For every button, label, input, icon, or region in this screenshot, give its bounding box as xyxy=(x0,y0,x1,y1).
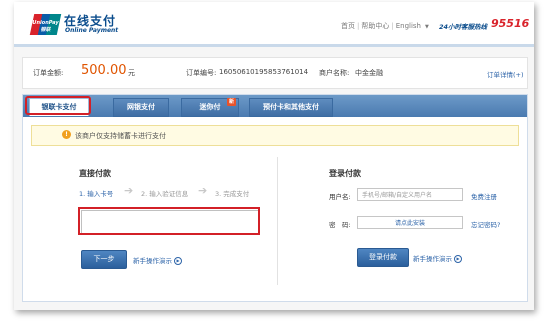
chevron-down-icon[interactable]: ▼ xyxy=(425,24,429,30)
password-label: 密 码: xyxy=(329,221,351,229)
password-install-field[interactable]: 请点此安装 xyxy=(357,216,463,229)
step-1: 1. 输入卡号 xyxy=(79,190,114,198)
username-input[interactable]: 手机号/邮箱/自定义用户名 xyxy=(357,188,463,201)
play-icon: ▶ xyxy=(174,257,182,265)
next-step-button[interactable]: 下一步 xyxy=(81,250,127,269)
column-divider xyxy=(277,157,278,285)
order-number: 16050610195853761014 xyxy=(219,68,309,76)
new-badge: 新 xyxy=(227,98,236,106)
nav-language-select[interactable]: English xyxy=(396,22,421,30)
step-3: 3. 完成支付 xyxy=(215,190,250,198)
tab-prepaid-card[interactable]: 预付卡和其他支付 xyxy=(249,98,333,117)
header: UnionPay 银联 在线支付 Online Payment 首页 | 帮助中心 |… xyxy=(14,2,534,47)
step-arrow-icon: ➔ xyxy=(198,184,208,197)
direct-guide-link[interactable]: 新手操作演示 ▶ xyxy=(133,255,182,265)
notice-text: 该商户仅支持储蓄卡进行支付 xyxy=(75,132,166,140)
payment-panel: 银联卡支付 网银支付 迷你付新 预付卡和其他支付 ! 该商户仅支持储蓄卡进行支付… xyxy=(22,94,528,302)
amount-label: 订单金额: xyxy=(33,69,64,77)
tab-mini-pay[interactable]: 迷你付新 xyxy=(181,98,239,117)
unionpay-logo: UnionPay 银联 xyxy=(29,14,62,35)
order-summary: 订单金额: 500.00 元 订单编号: 1605061019585376101… xyxy=(22,57,528,89)
register-link[interactable]: 免费注册 xyxy=(471,191,497,201)
login-pay-button[interactable]: 登录付款 xyxy=(357,248,409,267)
warning-icon: ! xyxy=(62,130,71,139)
payment-window: UnionPay 银联 在线支付 Online Payment 首页 | 帮助中心 |… xyxy=(14,2,534,310)
hotline-number: 95516 xyxy=(491,17,530,30)
step-2: 2. 输入验证信息 xyxy=(141,190,189,198)
notice-bar: ! 该商户仅支持储蓄卡进行支付 xyxy=(31,125,519,146)
login-guide-link[interactable]: 新手操作演示 ▶ xyxy=(413,253,462,263)
username-label: 用户名: xyxy=(329,193,351,201)
order-number-label: 订单编号: xyxy=(186,69,217,77)
order-amount: 500.00 xyxy=(81,63,127,78)
nav-help-link[interactable]: 帮助中心 xyxy=(361,22,389,30)
merchant-name: 中金金融 xyxy=(355,69,383,77)
brand-subtitle: Online Payment xyxy=(65,27,119,34)
order-detail-link[interactable]: 订单详情(+) xyxy=(487,69,524,79)
input-highlight-annotation xyxy=(78,207,260,235)
tab-highlight-annotation xyxy=(25,96,91,115)
forgot-password-link[interactable]: 忘记密码? xyxy=(471,219,500,229)
tab-online-banking[interactable]: 网银支付 xyxy=(113,98,169,117)
currency-unit: 元 xyxy=(128,69,135,77)
merchant-label: 商户名称: xyxy=(319,69,350,77)
step-arrow-icon: ➔ xyxy=(124,184,134,197)
top-nav: 首页 | 帮助中心 | English ▼ xyxy=(341,22,429,30)
payment-tabs: 银联卡支付 网银支付 迷你付新 预付卡和其他支付 xyxy=(23,95,527,117)
direct-pay-title: 直接付款 xyxy=(79,169,111,178)
nav-home-link[interactable]: 首页 xyxy=(341,22,355,30)
login-pay-title: 登录付款 xyxy=(329,169,361,178)
play-icon: ▶ xyxy=(454,255,462,263)
hotline-label: 24小时客服热线 xyxy=(439,23,488,31)
